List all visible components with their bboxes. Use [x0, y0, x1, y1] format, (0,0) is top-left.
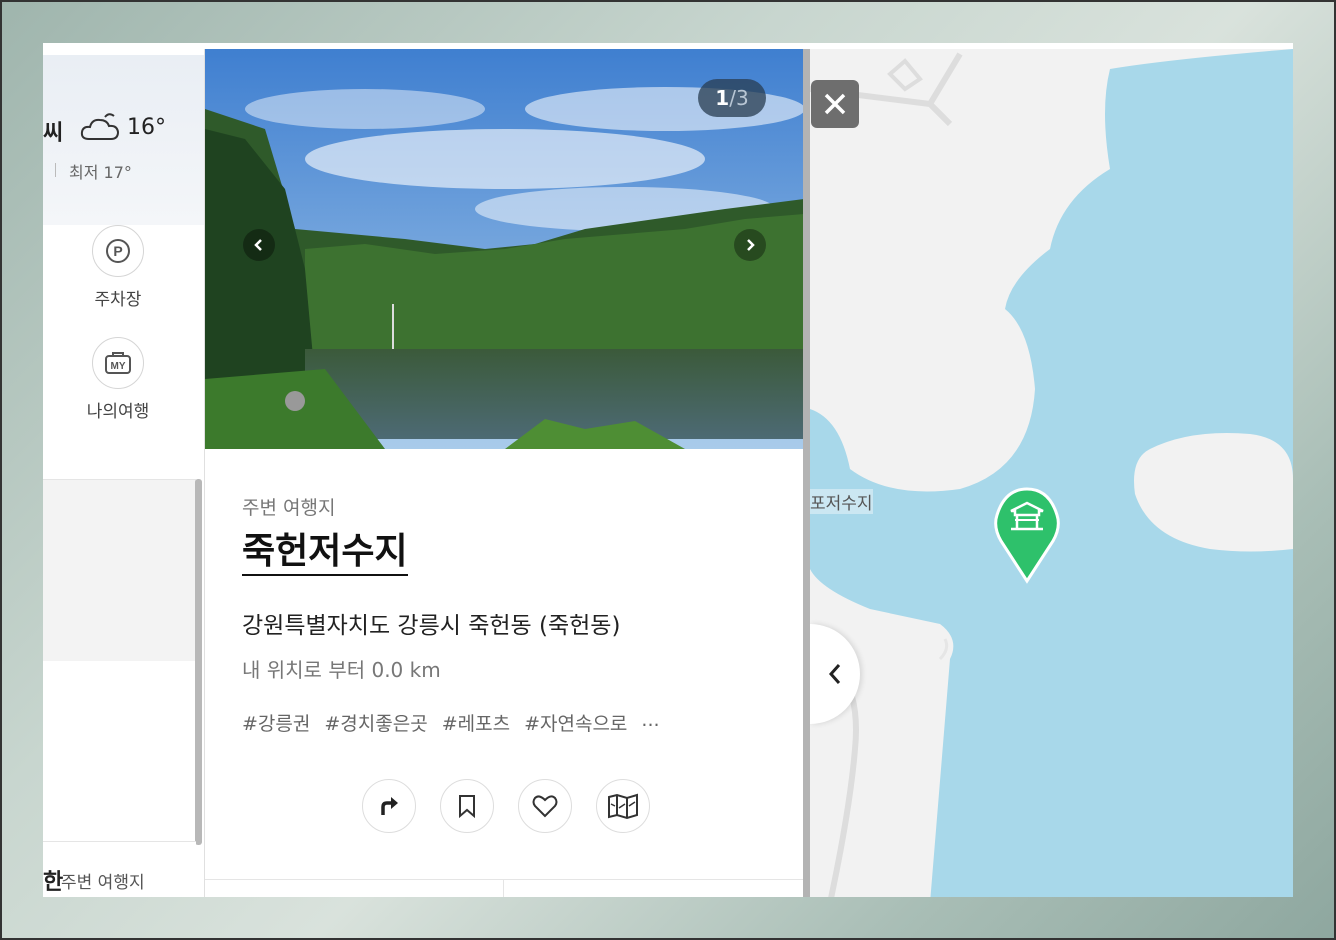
tags-more[interactable]: ... [641, 709, 659, 736]
map-place-label[interactable]: 포저수지 [810, 489, 873, 514]
map-icon [608, 793, 638, 820]
sidebar-bottom-label: 주변 여행지 [61, 873, 145, 893]
photo-counter: 1 /3 [698, 79, 766, 117]
detail-scrollbar[interactable] [803, 49, 810, 897]
bookmark-icon [459, 795, 475, 819]
my-trip-icon: MY [92, 337, 144, 389]
chevron-right-icon [747, 239, 755, 251]
map-canvas [810, 49, 1293, 897]
tag[interactable]: #레포츠 [442, 709, 510, 736]
weather-widget: 씨 16° 최저 17° [43, 55, 204, 225]
parking-label: 주차장 [94, 290, 142, 310]
section-subhead: 주변 여행지 [242, 497, 336, 519]
sidebar-bottom-tab[interactable]: 한 주변 여행지 [43, 841, 196, 897]
sidebar-content-area [43, 479, 196, 661]
heart-icon [532, 795, 558, 818]
photo-next-button[interactable] [734, 229, 766, 261]
place-address: 강원특별자치도 강릉시 죽헌동 (죽헌동) [242, 613, 621, 639]
directions-button[interactable] [362, 779, 416, 833]
map-button[interactable] [596, 779, 650, 833]
parking-icon: P [92, 225, 144, 277]
photo-counter-total: /3 [729, 86, 749, 110]
svg-text:MY: MY [111, 361, 126, 372]
weather-separator [55, 163, 56, 177]
svg-text:P: P [113, 243, 122, 259]
photo-prev-button[interactable] [243, 229, 275, 261]
map-view[interactable]: 포저수지 [810, 49, 1293, 897]
chevron-left-icon [254, 239, 262, 251]
tag[interactable]: #경치좋은곳 [324, 709, 427, 736]
my-trip-shortcut[interactable]: MY 나의여행 [68, 337, 168, 422]
pavilion-icon [994, 487, 1060, 584]
close-button[interactable] [811, 80, 859, 128]
app-container: 씨 16° 최저 17° P 주차장 MY 나의여행 한 주변 여행지 1 /3… [43, 43, 1293, 897]
tag[interactable]: #자연속으로 [524, 709, 627, 736]
my-trip-label: 나의여행 [86, 402, 150, 422]
parking-shortcut[interactable]: P 주차장 [68, 225, 168, 310]
detail-footer [205, 879, 804, 897]
sidebar-scrollbar[interactable] [195, 479, 202, 845]
footer-divider [503, 880, 504, 897]
cloud-icon [80, 113, 120, 140]
weather-temp: 16° [127, 115, 166, 140]
sidebar: 씨 16° 최저 17° P 주차장 MY 나의여행 한 주변 여행지 [43, 55, 204, 897]
close-icon [824, 93, 846, 115]
tag[interactable]: #강릉권 [242, 709, 310, 736]
place-distance: 내 위치로 부터 0.0 km [242, 658, 441, 682]
photo-counter-current: 1 [715, 86, 730, 110]
tag-list: #강릉권 #경치좋은곳 #레포츠 #자연속으로 ... [242, 709, 772, 736]
place-info: 주변 여행지 죽헌저수지 강원특별자치도 강릉시 죽헌동 (죽헌동) 내 위치로… [242, 493, 772, 736]
like-button[interactable] [518, 779, 572, 833]
place-title[interactable]: 죽헌저수지 [242, 530, 408, 576]
bookmark-button[interactable] [440, 779, 494, 833]
detail-panel: 1 /3 주변 여행지 죽헌저수지 강원특별자치도 강릉시 죽헌동 (죽헌동) … [204, 49, 804, 897]
chevron-left-icon [828, 664, 841, 684]
weather-label: 씨 [43, 121, 64, 146]
turn-right-icon [381, 797, 398, 815]
place-marker[interactable] [991, 485, 1063, 589]
action-bar [362, 779, 650, 833]
photo-carousel[interactable]: 1 /3 [205, 49, 804, 449]
weather-low-temp: 최저 17° [69, 163, 132, 182]
